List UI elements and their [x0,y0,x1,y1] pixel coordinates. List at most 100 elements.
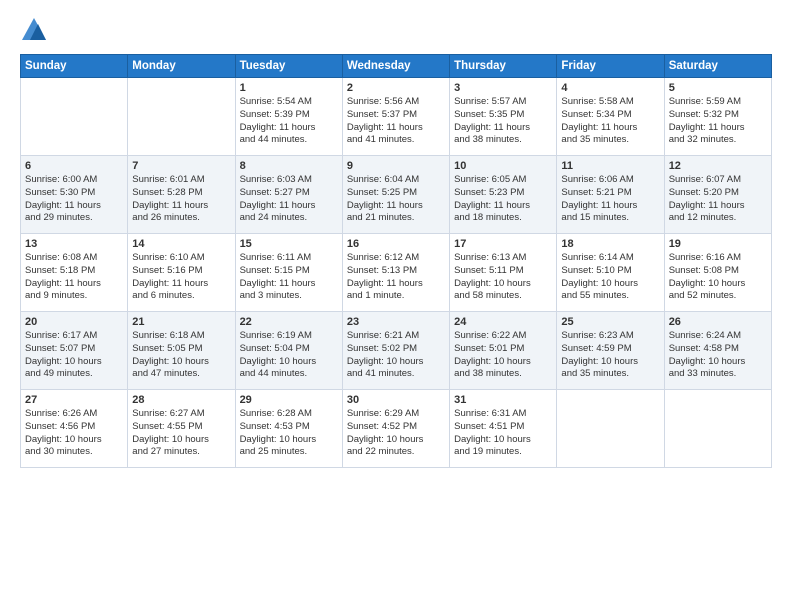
header-day: Saturday [664,55,771,78]
calendar-cell: 12Sunrise: 6:07 AMSunset: 5:20 PMDayligh… [664,156,771,234]
daylight-minutes-text: and 24 minutes. [240,212,338,225]
daylight-text: Daylight: 10 hours [25,434,123,447]
sunset-text: Sunset: 5:32 PM [669,109,767,122]
sunrise-text: Sunrise: 6:23 AM [561,330,659,343]
calendar-cell: 4Sunrise: 5:58 AMSunset: 5:34 PMDaylight… [557,78,664,156]
calendar-cell: 29Sunrise: 6:28 AMSunset: 4:53 PMDayligh… [235,390,342,468]
calendar-cell: 1Sunrise: 5:54 AMSunset: 5:39 PMDaylight… [235,78,342,156]
daylight-text: Daylight: 11 hours [240,278,338,291]
calendar-cell: 23Sunrise: 6:21 AMSunset: 5:02 PMDayligh… [342,312,449,390]
sunset-text: Sunset: 4:55 PM [132,421,230,434]
daylight-text: Daylight: 11 hours [669,200,767,213]
logo [20,16,52,44]
sunrise-text: Sunrise: 6:06 AM [561,174,659,187]
sunrise-text: Sunrise: 6:01 AM [132,174,230,187]
daylight-minutes-text: and 44 minutes. [240,368,338,381]
calendar-cell: 28Sunrise: 6:27 AMSunset: 4:55 PMDayligh… [128,390,235,468]
day-number: 31 [454,394,552,406]
daylight-text: Daylight: 11 hours [132,200,230,213]
calendar-cell: 5Sunrise: 5:59 AMSunset: 5:32 PMDaylight… [664,78,771,156]
calendar-cell: 18Sunrise: 6:14 AMSunset: 5:10 PMDayligh… [557,234,664,312]
sunset-text: Sunset: 5:37 PM [347,109,445,122]
sunset-text: Sunset: 4:52 PM [347,421,445,434]
daylight-minutes-text: and 22 minutes. [347,446,445,459]
calendar-cell: 3Sunrise: 5:57 AMSunset: 5:35 PMDaylight… [450,78,557,156]
calendar-cell: 27Sunrise: 6:26 AMSunset: 4:56 PMDayligh… [21,390,128,468]
sunset-text: Sunset: 5:30 PM [25,187,123,200]
sunset-text: Sunset: 5:13 PM [347,265,445,278]
daylight-minutes-text: and 41 minutes. [347,368,445,381]
calendar-cell: 20Sunrise: 6:17 AMSunset: 5:07 PMDayligh… [21,312,128,390]
daylight-text: Daylight: 11 hours [669,122,767,135]
sunrise-text: Sunrise: 6:19 AM [240,330,338,343]
calendar-week-row: 1Sunrise: 5:54 AMSunset: 5:39 PMDaylight… [21,78,772,156]
sunset-text: Sunset: 5:23 PM [454,187,552,200]
sunrise-text: Sunrise: 6:16 AM [669,252,767,265]
calendar-table: SundayMondayTuesdayWednesdayThursdayFrid… [20,54,772,468]
daylight-minutes-text: and 44 minutes. [240,134,338,147]
sunrise-text: Sunrise: 6:29 AM [347,408,445,421]
daylight-text: Daylight: 10 hours [132,356,230,369]
day-number: 30 [347,394,445,406]
calendar-week-row: 6Sunrise: 6:00 AMSunset: 5:30 PMDaylight… [21,156,772,234]
daylight-text: Daylight: 10 hours [561,278,659,291]
calendar-cell: 8Sunrise: 6:03 AMSunset: 5:27 PMDaylight… [235,156,342,234]
sunset-text: Sunset: 5:16 PM [132,265,230,278]
sunrise-text: Sunrise: 5:57 AM [454,96,552,109]
header-day: Sunday [21,55,128,78]
calendar-cell: 30Sunrise: 6:29 AMSunset: 4:52 PMDayligh… [342,390,449,468]
calendar-cell: 21Sunrise: 6:18 AMSunset: 5:05 PMDayligh… [128,312,235,390]
day-number: 25 [561,316,659,328]
header [20,16,772,44]
sunset-text: Sunset: 5:18 PM [25,265,123,278]
sunrise-text: Sunrise: 5:58 AM [561,96,659,109]
calendar-cell: 7Sunrise: 6:01 AMSunset: 5:28 PMDaylight… [128,156,235,234]
daylight-text: Daylight: 11 hours [25,278,123,291]
sunset-text: Sunset: 5:27 PM [240,187,338,200]
day-number: 15 [240,238,338,250]
calendar-cell: 19Sunrise: 6:16 AMSunset: 5:08 PMDayligh… [664,234,771,312]
header-row: SundayMondayTuesdayWednesdayThursdayFrid… [21,55,772,78]
header-day: Friday [557,55,664,78]
calendar-cell: 24Sunrise: 6:22 AMSunset: 5:01 PMDayligh… [450,312,557,390]
sunrise-text: Sunrise: 6:27 AM [132,408,230,421]
daylight-text: Daylight: 10 hours [240,356,338,369]
sunset-text: Sunset: 5:28 PM [132,187,230,200]
daylight-minutes-text: and 1 minute. [347,290,445,303]
sunset-text: Sunset: 5:10 PM [561,265,659,278]
daylight-minutes-text: and 47 minutes. [132,368,230,381]
day-number: 29 [240,394,338,406]
page: SundayMondayTuesdayWednesdayThursdayFrid… [0,0,792,612]
sunset-text: Sunset: 5:11 PM [454,265,552,278]
sunset-text: Sunset: 5:02 PM [347,343,445,356]
day-number: 21 [132,316,230,328]
sunrise-text: Sunrise: 6:31 AM [454,408,552,421]
day-number: 12 [669,160,767,172]
daylight-minutes-text: and 55 minutes. [561,290,659,303]
daylight-minutes-text: and 21 minutes. [347,212,445,225]
day-number: 13 [25,238,123,250]
daylight-minutes-text: and 52 minutes. [669,290,767,303]
daylight-minutes-text: and 26 minutes. [132,212,230,225]
day-number: 4 [561,82,659,94]
sunset-text: Sunset: 5:05 PM [132,343,230,356]
day-number: 9 [347,160,445,172]
calendar-week-row: 20Sunrise: 6:17 AMSunset: 5:07 PMDayligh… [21,312,772,390]
calendar-cell: 6Sunrise: 6:00 AMSunset: 5:30 PMDaylight… [21,156,128,234]
daylight-text: Daylight: 11 hours [561,122,659,135]
calendar-cell: 22Sunrise: 6:19 AMSunset: 5:04 PMDayligh… [235,312,342,390]
daylight-text: Daylight: 10 hours [132,434,230,447]
sunset-text: Sunset: 5:21 PM [561,187,659,200]
daylight-text: Daylight: 10 hours [454,434,552,447]
daylight-minutes-text: and 33 minutes. [669,368,767,381]
daylight-text: Daylight: 10 hours [669,356,767,369]
calendar-cell [557,390,664,468]
calendar-cell: 31Sunrise: 6:31 AMSunset: 4:51 PMDayligh… [450,390,557,468]
calendar-cell: 14Sunrise: 6:10 AMSunset: 5:16 PMDayligh… [128,234,235,312]
daylight-minutes-text: and 38 minutes. [454,368,552,381]
day-number: 1 [240,82,338,94]
daylight-minutes-text: and 3 minutes. [240,290,338,303]
sunset-text: Sunset: 4:58 PM [669,343,767,356]
header-day: Tuesday [235,55,342,78]
daylight-text: Daylight: 11 hours [454,200,552,213]
